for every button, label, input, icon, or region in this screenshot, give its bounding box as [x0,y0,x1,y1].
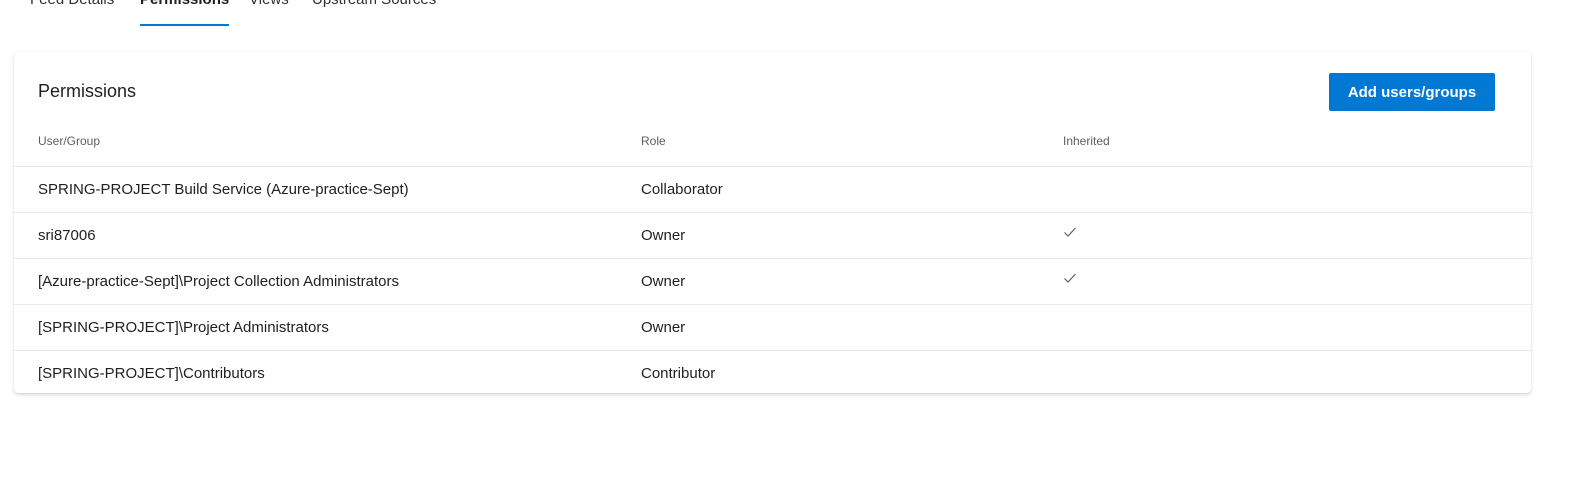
user-group-cell: [Azure-practice-Sept]\Project Collection… [38,273,399,290]
role-cell[interactable]: Owner [641,213,685,258]
inherited-cell [1063,255,1077,300]
tab-bar: Feed Details Permissions Views Upstream … [0,0,1584,30]
user-group-cell: SPRING-PROJECT Build Service (Azure-prac… [38,181,409,198]
table-row[interactable]: sri87006 Owner [14,213,1531,259]
checkmark-icon [1064,273,1076,283]
role-cell[interactable]: Owner [641,259,685,304]
checkmark-icon [1064,227,1076,237]
role-cell[interactable]: Owner [641,305,685,350]
table-row[interactable]: [SPRING-PROJECT]\Contributors Contributo… [14,351,1531,396]
column-header-inherited[interactable]: Inherited [1063,133,1110,149]
tab-views[interactable]: Views [249,0,289,10]
tab-upstream-sources[interactable]: Upstream Sources [312,0,436,10]
tab-permissions[interactable]: Permissions [140,0,229,10]
user-group-cell: [SPRING-PROJECT]\Project Administrators [38,319,329,336]
permissions-table: SPRING-PROJECT Build Service (Azure-prac… [14,167,1531,396]
active-tab-indicator [140,24,229,26]
column-header-role[interactable]: Role [641,133,666,149]
card-title: Permissions [38,81,137,101]
column-header-user-group[interactable]: User/Group [38,133,100,149]
table-row[interactable]: [Azure-practice-Sept]\Project Collection… [14,259,1531,305]
add-users-groups-button[interactable]: Add users/groups [1329,73,1495,111]
inherited-cell [1063,209,1077,254]
table-row[interactable]: [SPRING-PROJECT]\Project Administrators … [14,305,1531,351]
permissions-card: Permissions Add users/groups User/Group … [14,52,1531,393]
role-cell[interactable]: Collaborator [641,167,723,212]
user-group-cell: [SPRING-PROJECT]\Contributors [38,365,265,382]
user-group-cell: sri87006 [38,227,96,244]
tab-feed-details[interactable]: Feed Details [30,0,114,10]
role-cell[interactable]: Contributor [641,351,715,396]
table-row[interactable]: SPRING-PROJECT Build Service (Azure-prac… [14,167,1531,213]
